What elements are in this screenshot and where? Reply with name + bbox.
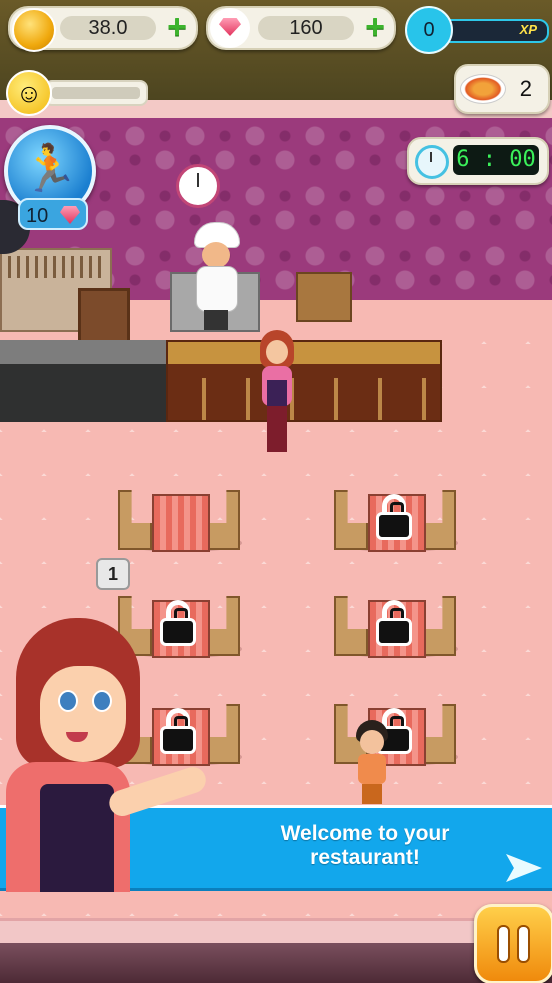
gem-icon [60, 206, 80, 224]
happiness-bar [44, 80, 148, 106]
chef[interactable] [192, 222, 240, 330]
next-arrow-button[interactable] [504, 850, 544, 886]
gems-value: 160 [258, 16, 354, 40]
wall-clock-icon [176, 164, 220, 208]
tutorial-message: Welcome to your restaurant! [280, 822, 450, 869]
xp-level: 0 [405, 6, 453, 54]
coin-icon [12, 8, 56, 52]
bottom-trim [0, 918, 552, 946]
level-timer: 6 : 00 [407, 137, 549, 185]
gem-icon [210, 8, 250, 48]
kitchen-counter [0, 340, 166, 422]
smiley-icon: ☺ [6, 70, 52, 116]
timer-value: 6 : 00 [453, 145, 539, 175]
clock-icon [415, 145, 449, 179]
pause-button[interactable] [474, 904, 552, 983]
table-4-locked[interactable] [334, 590, 458, 660]
tutorial-guide-character [0, 616, 214, 892]
coins-display: 38.0 + [8, 6, 198, 52]
coins-value: 38.0 [60, 16, 156, 40]
game-scene: 1 38.0 + 160 + XP 0 ☺ 2 6 : 00 🏃 10 Welc… [0, 0, 552, 983]
customer-boy[interactable] [354, 720, 390, 804]
dish-cabinet [296, 272, 352, 322]
running-man-icon: 🏃 [21, 142, 79, 194]
add-coins-button[interactable]: + [162, 10, 192, 44]
gems-display: 160 + [206, 6, 396, 50]
boost-cost-value: 10 [26, 205, 49, 227]
orders-count: 2 [519, 76, 532, 101]
add-gems-button[interactable]: + [360, 10, 390, 44]
table-number-badge: 1 [96, 558, 130, 590]
bottom-band [0, 943, 552, 983]
serving-counter[interactable] [166, 340, 442, 422]
happiness-meter: ☺ [6, 70, 148, 116]
xp-display: XP 0 [405, 6, 549, 54]
lock-icon [376, 600, 412, 646]
waitress[interactable] [256, 330, 298, 452]
orders-counter[interactable]: 2 [454, 64, 550, 114]
xp-label: XP [519, 22, 537, 37]
table-2-locked[interactable] [334, 484, 458, 554]
lock-icon [376, 494, 412, 540]
boost-cost: 10 [18, 198, 88, 230]
pizza-icon [460, 74, 506, 104]
table-6-locked[interactable] [334, 698, 458, 768]
table-1[interactable] [118, 484, 242, 554]
